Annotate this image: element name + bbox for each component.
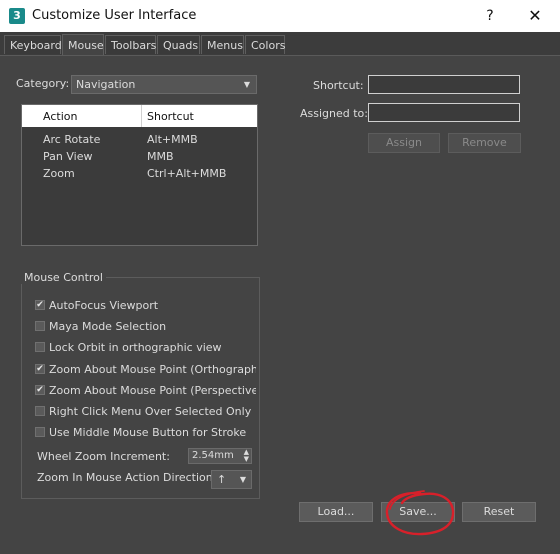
zoom-direction-label: Zoom In Mouse Action Direction: <box>37 471 217 484</box>
wheel-zoom-label: Wheel Zoom Increment: <box>37 450 170 463</box>
load-button[interactable]: Load... <box>299 502 373 522</box>
close-button[interactable]: ✕ <box>512 0 558 32</box>
zoom-direction-dropdown[interactable]: ↑ ▼ <box>211 470 252 489</box>
option-label: Zoom About Mouse Point (Perspective) <box>49 384 256 397</box>
reset-button[interactable]: Reset <box>462 502 536 522</box>
save-button[interactable]: Save... <box>381 502 455 522</box>
checkmark-icon: ✔ <box>35 385 45 395</box>
checkbox-icon <box>35 406 45 416</box>
assigned-to-label: Assigned to: <box>300 107 368 120</box>
checkbox-icon <box>35 342 45 352</box>
checkbox-icon <box>35 427 45 437</box>
assign-button[interactable]: Assign <box>368 133 440 153</box>
option-label: Use Middle Mouse Button for Stroke <box>49 426 247 439</box>
checkmark-icon: ✔ <box>35 300 45 310</box>
shortcut-field[interactable] <box>368 75 520 94</box>
spinner-arrows-icon[interactable]: ▲ ▼ <box>244 449 249 463</box>
chevron-down-icon: ▼ <box>239 475 246 484</box>
option-label: Lock Orbit in orthographic view <box>49 341 222 354</box>
wheel-zoom-spinner[interactable]: 2.54mm ▲ ▼ <box>188 448 252 464</box>
assigned-to-field[interactable] <box>368 103 520 122</box>
option-label: AutoFocus Viewport <box>49 299 159 312</box>
help-button[interactable]: ? <box>470 0 510 32</box>
arrow-up-icon: ↑ <box>217 473 227 486</box>
checkmark-icon: ✔ <box>35 364 45 374</box>
remove-button[interactable]: Remove <box>448 133 521 153</box>
option-label: Right Click Menu Over Selected Only <box>49 405 252 418</box>
option-label: Zoom About Mouse Point (Orthographic) <box>49 363 256 376</box>
option-label: Maya Mode Selection <box>49 320 167 333</box>
shortcut-label: Shortcut: <box>313 79 364 92</box>
checkbox-icon <box>35 321 45 331</box>
wheel-zoom-value: 2.54mm <box>192 450 234 461</box>
